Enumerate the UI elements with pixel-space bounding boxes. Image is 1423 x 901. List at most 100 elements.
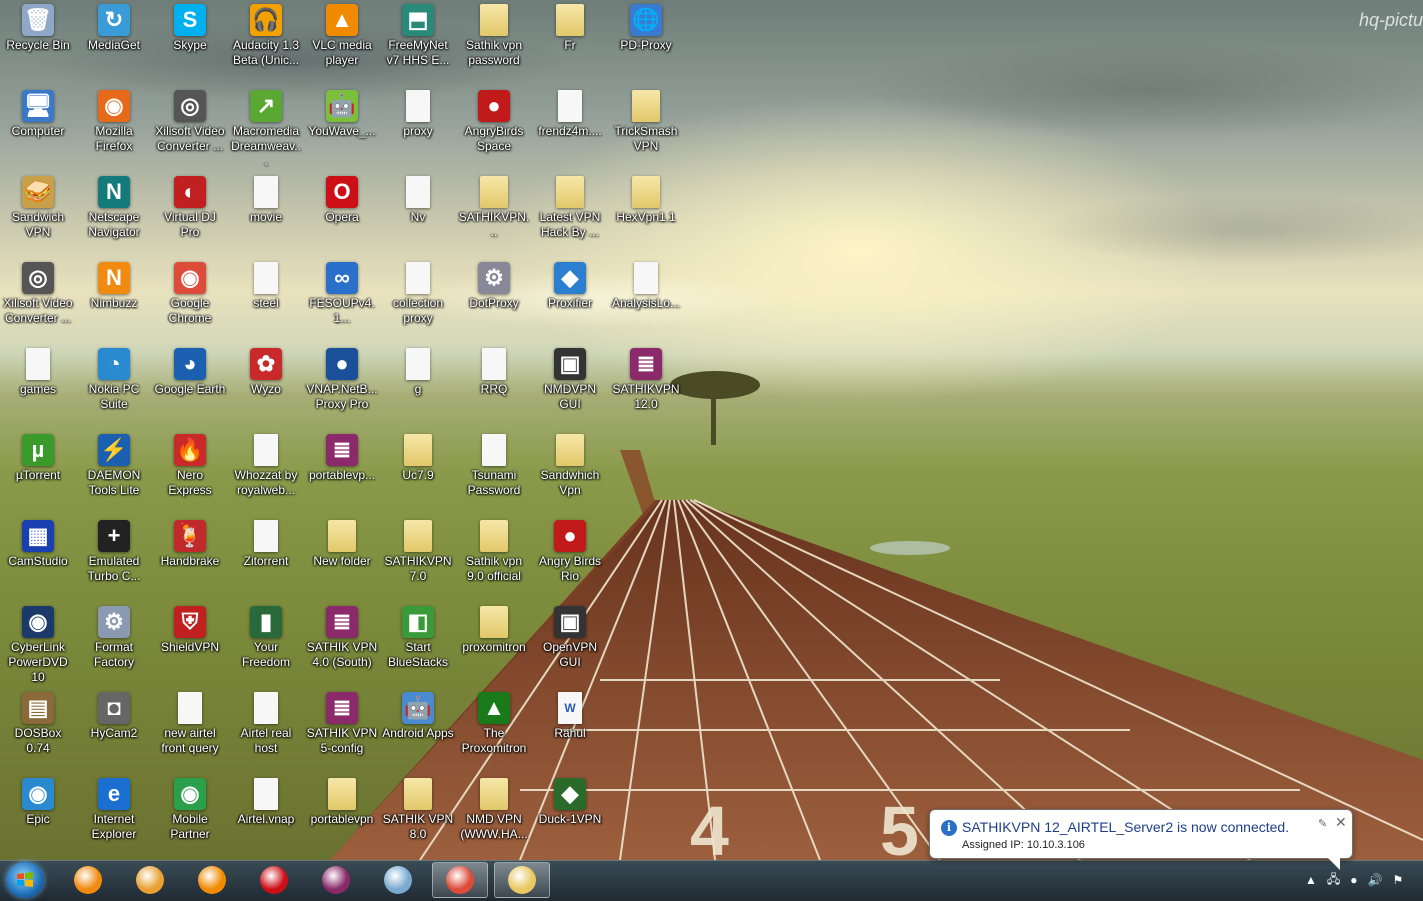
desktop-icon[interactable]: Airtel.vnap [228,774,304,827]
desktop-icon[interactable]: µ µTorrent [0,430,76,483]
desktop-icon[interactable]: e Internet Explorer [76,774,152,842]
desktop-icon[interactable]: Nv [380,172,456,225]
desktop-icon[interactable]: ≣ SATHIK VPN 4.0 (South) [304,602,380,670]
desktop-icon[interactable]: 🔥 Nero Express [152,430,228,498]
desktop-icon[interactable]: ◉ Google Chrome [152,258,228,326]
desktop-icon[interactable]: ● VNAP.NetB... Proxy Pro [304,344,380,412]
desktop-icon[interactable]: O Opera [304,172,380,225]
desktop-icon[interactable]: g [380,344,456,397]
desktop-icon[interactable]: 🍹 Handbrake [152,516,228,569]
taskbar-vlc[interactable] [184,862,240,898]
desktop-icon[interactable]: RRQ [456,344,532,397]
desktop-icon[interactable]: HexVpn1.1 [608,172,684,225]
desktop-icon[interactable]: proxy [380,86,456,139]
taskbar-notepad[interactable] [370,862,426,898]
desktop-icon[interactable]: portablevpn [304,774,380,827]
desktop-icon[interactable]: ↻ MediaGet [76,0,152,53]
desktop-icon[interactable]: ✿ Wyzo [228,344,304,397]
taskbar-winrar[interactable] [308,862,364,898]
desktop-icon[interactable]: TrickSmash VPN [608,86,684,154]
tray-volume[interactable]: 🔊 [1368,873,1383,887]
desktop-icon[interactable]: SATHIK VPN 8.0 [380,774,456,842]
desktop-icon[interactable]: ◉ Mozilla Firefox [76,86,152,154]
desktop-icon[interactable]: Latest VPN Hack By ... [532,172,608,240]
desktop-icon[interactable]: proxomitron [456,602,532,655]
desktop-icon[interactable]: Whozzat by royalweb... [228,430,304,498]
desktop-icon[interactable]: Zitorrent [228,516,304,569]
desktop-icon[interactable]: New folder [304,516,380,569]
taskbar-media-player[interactable] [122,862,178,898]
desktop-icon[interactable]: 🤖 YouWave_... [304,86,380,139]
desktop-icon[interactable]: Sathik vpn 9.0 official [456,516,532,584]
desktop-icon[interactable]: new airtel front query [152,688,228,756]
desktop-icon[interactable]: ◐ Virtual DJ Pro [152,172,228,240]
pin-icon[interactable]: ✎ [1318,817,1327,830]
desktop-icon[interactable]: ▤ DOSBox 0.74 [0,688,76,756]
desktop-icon[interactable]: NMD VPN (WWW.HA... [456,774,532,842]
desktop-icon[interactable]: steel [228,258,304,311]
desktop-icon[interactable]: frendz4m.... [532,86,608,139]
desktop-icon[interactable]: ▦ CamStudio [0,516,76,569]
desktop-icon[interactable]: ⛨ ShieldVPN [152,602,228,655]
desktop-icon[interactable]: ▮ Your Freedom [228,602,304,670]
desktop-icon[interactable]: 🌐 PD-Proxy [608,0,684,53]
desktop-icon[interactable]: ▲ VLC media player [304,0,380,68]
desktop-icon[interactable]: games [0,344,76,397]
desktop-icon[interactable]: collection proxy [380,258,456,326]
desktop-icon[interactable]: ⬒ FreeMyNet v7 HHS E... [380,0,456,68]
desktop-icon[interactable]: 🎧 Audacity 1.3 Beta (Unic... [228,0,304,68]
desktop-icon[interactable]: ◉ Epic [0,774,76,827]
desktop-icon[interactable]: ⚙ DotProxy [456,258,532,311]
desktop-icon[interactable]: ≣ SATHIK VPN 5-config [304,688,380,756]
start-button[interactable] [6,862,44,898]
desktop-icon[interactable]: ◉ CyberLink PowerDVD 10 [0,602,76,685]
tray-vpn[interactable]: ● [1350,873,1357,887]
desktop-icon[interactable]: SATHIKVPN 7.0 [380,516,456,584]
desktop-icon[interactable]: Tsunami Password [456,430,532,498]
tray-flag[interactable]: ⚑ [1392,873,1403,887]
taskbar-chrome[interactable] [432,862,488,898]
desktop-icon[interactable]: movie [228,172,304,225]
desktop-icon[interactable]: W Rahul [532,688,608,741]
desktop-icon[interactable]: Uc7.9 [380,430,456,483]
desktop-icon[interactable]: ▣ OpenVPN GUI [532,602,608,670]
desktop-icon[interactable]: Sandwhich Vpn [532,430,608,498]
tray-show-hidden[interactable]: ▲ [1305,873,1317,887]
taskbar-nimbuzz[interactable] [60,862,116,898]
desktop-icon[interactable]: 🖥 Computer [0,86,76,139]
vpn-connected-notification[interactable]: i SATHIKVPN 12_AIRTEL_Server2 is now con… [929,809,1353,870]
desktop-icon[interactable]: Sathik vpn password [456,0,532,68]
desktop-icon[interactable]: ◆ Duck-1VPN [532,774,608,827]
desktop-icon[interactable]: ◆ Proxifier [532,258,608,311]
desktop-icon[interactable]: ∞ FESOUPv4.1... [304,258,380,326]
desktop-icon[interactable]: ◉ Mobile Partner [152,774,228,842]
desktop-icon[interactable]: ● AngryBirds Space [456,86,532,154]
desktop-icon[interactable]: N Netscape Navigator [76,172,152,240]
tray-network[interactable]: 🖧 [1327,870,1340,891]
desktop-icon[interactable]: ◔ Nokia PC Suite [76,344,152,412]
desktop-icon[interactable]: ◘ HyCam2 [76,688,152,741]
desktop-icon[interactable]: ◧ Start BlueStacks [380,602,456,670]
desktop-icon[interactable]: ≣ SATHIKVPN 12.0 [608,344,684,412]
desktop-icon[interactable]: ↗ Macromedia Dreamweav... [228,86,304,169]
desktop-icon[interactable]: Airtel real host [228,688,304,756]
desktop-icon[interactable]: N Nimbuzz [76,258,152,311]
desktop-icon[interactable]: Fr [532,0,608,53]
taskbar-opera[interactable] [246,862,302,898]
close-icon[interactable]: ✕ [1335,814,1347,831]
desktop-icon[interactable]: ≣ portablevp... [304,430,380,483]
desktop-icon[interactable]: SATHIKVPN... [456,172,532,240]
desktop-icon[interactable]: 🤖 Android Apps [380,688,456,741]
desktop-icon[interactable]: ◎ Xilisoft Video Converter ... [152,86,228,154]
desktop-icon[interactable]: ◎ Xilisoft Video Converter ... [0,258,76,326]
taskbar-explorer[interactable] [494,862,550,898]
desktop-icon[interactable]: AnalysisLo... [608,258,684,311]
desktop-icon[interactable]: 🗑 Recycle Bin [0,0,76,53]
desktop-icon[interactable]: S Skype [152,0,228,53]
desktop-icon[interactable]: ▲ The Proxomitron [456,688,532,756]
desktop-icon[interactable]: ⚡ DAEMON Tools Lite [76,430,152,498]
desktop-icon[interactable]: ◕ Google Earth [152,344,228,397]
desktop-icon[interactable]: ⚙ Format Factory [76,602,152,670]
desktop-icon[interactable]: ● Angry Birds Rio [532,516,608,584]
desktop-icon[interactable]: + Emulated Turbo C... [76,516,152,584]
